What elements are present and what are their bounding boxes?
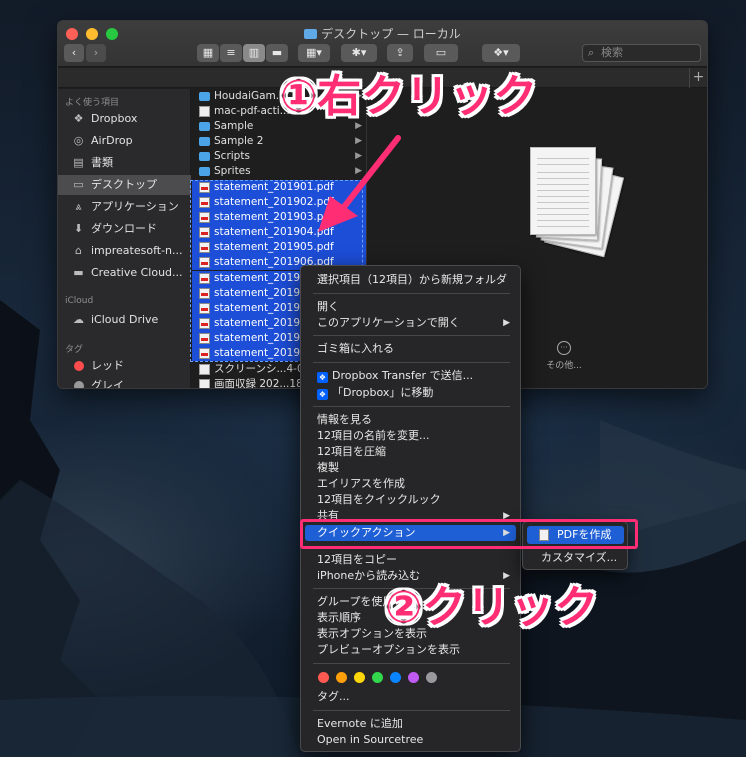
back-button[interactable]: ‹ [64,44,84,62]
search-input[interactable]: ⌕ 検索 [582,44,701,62]
menu-item-new-folder-with-selection[interactable]: 選択項目（12項目）から新規フォルダ [305,272,516,288]
pdf-preview-thumbnail [530,147,596,235]
new-tab-button[interactable]: + [689,68,707,88]
group-icon: ▦▾ [306,46,322,59]
dropbox-icon: ❖ [317,372,328,383]
sidebar-section-favorites: よく使う項目 [65,98,120,108]
column-view-button[interactable]: ▥ [243,44,265,62]
sidebar: よく使う項目 ❖ Dropbox ◎ AirDrop ▤ 書類 ▭ デスクトップ ⩓ アプ… [58,89,191,388]
gray-tag-dot-icon [74,381,84,388]
window-title: デスクトップ — ローカル [58,25,707,42]
menu-item-get-info[interactable]: 情報を見る [305,412,516,428]
red-tag-dot-icon [74,361,84,371]
forward-button[interactable]: › [86,44,106,62]
tag-green-button[interactable] [372,672,383,683]
video-file-icon [199,379,210,388]
downloads-icon: ⬇ [73,222,84,235]
sidebar-item-downloads[interactable]: ⬇ ダウンロード [58,219,191,239]
documents-icon: ▤ [73,156,84,169]
sidebar-item-airdrop[interactable]: ◎ AirDrop [58,131,191,151]
gallery-icon: ▬ [271,46,283,59]
menu-item-dropbox-transfer[interactable]: ❖ Dropbox Transfer で送信... [305,368,516,384]
folder-icon [199,152,210,161]
document-icon [199,106,210,117]
home-icon: ⌂ [75,244,82,257]
sidebar-item-documents[interactable]: ▤ 書類 [58,153,191,173]
menu-separator [313,406,510,407]
tag-blue-button[interactable] [390,672,401,683]
menu-item-open-with[interactable]: このアプリケーションで開く ▶ [305,315,516,331]
menu-item-compress[interactable]: 12項目を圧縮 [305,444,516,460]
chevron-right-icon: › [93,46,99,59]
menu-item-open[interactable]: 開く [305,299,516,315]
menu-item-show-preview-options[interactable]: プレビューオプションを表示 [305,642,516,658]
sidebar-item-desktop[interactable]: ▭ デスクトップ [58,175,191,195]
menu-item-copy[interactable]: 12項目をコピー [305,552,516,568]
columns-icon: ▥ [248,46,260,59]
folder-icon [199,167,210,176]
menu-item-tags[interactable]: タグ... [305,689,516,705]
folder-icon: ▬ [73,266,84,279]
folder-icon [199,92,210,101]
tag-red-button[interactable] [318,672,329,683]
tag-purple-button[interactable] [408,672,419,683]
image-file-icon [199,364,210,375]
menu-item-customize[interactable]: カスタマイズ... [527,549,624,567]
sidebar-item-dropbox[interactable]: ❖ Dropbox [58,109,191,129]
menu-separator [313,663,510,664]
menu-separator [313,362,510,363]
sidebar-item-creative-cloud[interactable]: ▬ Creative Cloud... [58,263,191,283]
search-icon: ⌕ [588,46,595,59]
menu-item-quick-look[interactable]: 12項目をクイックルック [305,492,516,508]
cloud-icon: ☁ [73,313,84,326]
tag-icon: ▭ [435,46,447,59]
sidebar-item-applications[interactable]: ⩓ アプリケーション [58,197,191,217]
more-actions-button[interactable]: ··· その他... [534,341,594,371]
highlight-box-annotation [300,519,638,549]
menu-item-rename[interactable]: 12項目の名前を変更... [305,428,516,444]
list-icon: ≡ [226,46,236,59]
menu-item-add-to-evernote[interactable]: Evernote に追加 [305,716,516,732]
desktop-icon: ▭ [73,178,84,191]
tag-orange-button[interactable] [336,672,347,683]
folder-icon [199,137,210,146]
sidebar-item-icloud-drive[interactable]: ☁ iCloud Drive [58,310,191,330]
arrow-annotation-icon [318,135,401,232]
menu-item-duplicate[interactable]: 複製 [305,460,516,476]
list-view-button[interactable]: ≡ [220,44,242,62]
dropbox-icon: ❖▾ [493,46,509,59]
icon-view-button[interactable]: ▦ [197,44,219,62]
grid-icon: ▦ [202,46,214,59]
annotation-step-2: ②クリック [385,582,599,633]
submenu-arrow-icon: ▶ [503,318,510,328]
sidebar-item-home[interactable]: ⌂ impreatesoft-n... [58,241,191,261]
airdrop-icon: ◎ [73,134,84,147]
menu-item-move-to-dropbox[interactable]: ❖ 「Dropbox」に移動 [305,385,516,401]
menu-item-open-in-sourcetree[interactable]: Open in Sourcetree [305,732,516,748]
more-icon: ··· [557,341,571,355]
menu-item-make-alias[interactable]: エイリアスを作成 [305,476,516,492]
applications-icon: ⩓ [75,200,82,213]
share-icon: ⇪ [395,46,405,59]
dropbox-icon: ❖ [73,112,84,125]
annotation-step-1: ①右クリック [280,71,538,122]
sidebar-item-tag-gray[interactable]: グレイ [58,376,191,388]
menu-item-move-to-trash[interactable]: ゴミ箱に入れる [305,341,516,357]
folder-icon [304,29,318,39]
sidebar-item-tag-red[interactable]: レッド [58,356,191,376]
gear-icon: ✱▾ [351,46,367,59]
sidebar-section-icloud: iCloud [65,296,94,306]
sidebar-section-tags: タグ [65,345,84,355]
menu-separator [313,335,510,336]
chevron-left-icon: ‹ [71,46,77,59]
menu-separator [313,293,510,294]
tag-gray-button[interactable] [426,672,437,683]
folder-icon [199,122,210,131]
dropbox-icon: ❖ [317,389,328,400]
menu-separator [313,710,510,711]
tag-yellow-button[interactable] [354,672,365,683]
